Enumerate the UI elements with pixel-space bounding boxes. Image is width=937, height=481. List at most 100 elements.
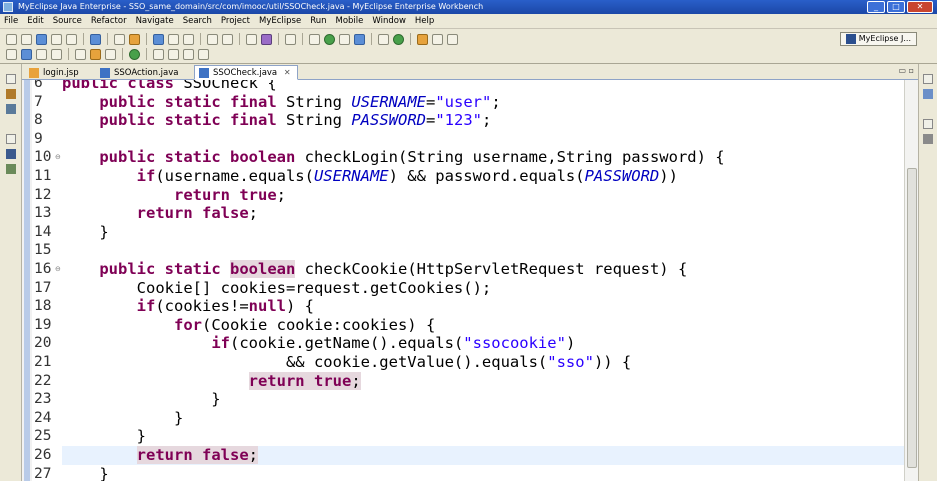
tab-close-icon[interactable]: ✕ — [284, 68, 291, 77]
menu-file[interactable]: File — [4, 16, 18, 26]
code-line[interactable]: 19 for(Cookie cookie:cookies) { — [34, 315, 904, 335]
debug-icon[interactable] — [309, 33, 320, 45]
browser-icon[interactable] — [183, 33, 194, 45]
code-editor[interactable]: 6 public class SSOCheck {7 public static … — [22, 80, 918, 481]
new-project-icon[interactable] — [90, 33, 101, 45]
code-line[interactable]: 7 public static final String USERNAME="u… — [34, 93, 904, 112]
last-edit-icon[interactable] — [168, 48, 179, 60]
hierarchy-icon[interactable] — [6, 104, 16, 114]
annotation-icon[interactable] — [90, 48, 101, 60]
code-line[interactable]: 23 } — [34, 390, 904, 409]
menu-mobile[interactable]: Mobile — [336, 16, 364, 26]
code-line[interactable]: 20 if(cookie.getName().equals("ssocookie… — [34, 334, 904, 353]
search-dropdown-icon[interactable] — [354, 33, 365, 45]
show-whitespace-icon[interactable] — [21, 48, 32, 60]
code-line[interactable]: 9 — [34, 130, 904, 149]
new-class-icon[interactable] — [378, 33, 389, 45]
code-line[interactable]: 13 return false; — [34, 204, 904, 223]
open-folder-icon[interactable] — [417, 33, 428, 45]
code-line[interactable]: 12 return true; — [34, 185, 904, 205]
vertical-scrollbar[interactable] — [904, 80, 918, 481]
menu-search[interactable]: Search — [183, 16, 212, 26]
restore-outline-icon[interactable] — [923, 74, 933, 84]
new-file-icon[interactable] — [6, 33, 17, 45]
code-line[interactable]: 25 } — [34, 427, 904, 446]
code-line[interactable]: 11 if(username.equals(USERNAME) && passw… — [34, 167, 904, 186]
copy-icon[interactable] — [222, 33, 233, 45]
scrollbar-thumb[interactable] — [907, 168, 917, 468]
new-package-icon[interactable] — [393, 33, 404, 45]
deploy-icon[interactable] — [153, 33, 164, 45]
ejb-icon[interactable] — [261, 33, 272, 45]
close-button[interactable]: ✕ — [907, 1, 933, 13]
console-view-icon[interactable] — [923, 134, 933, 144]
menu-run[interactable]: Run — [310, 16, 326, 26]
restore-view-icon[interactable] — [6, 74, 16, 84]
run-icon[interactable] — [324, 33, 335, 45]
servers-icon[interactable] — [6, 164, 16, 174]
save-all-icon[interactable] — [51, 33, 62, 45]
menu-edit[interactable]: Edit — [27, 16, 43, 26]
menu-navigate[interactable]: Navigate — [136, 16, 174, 26]
print-icon[interactable] — [66, 33, 77, 45]
server-icon[interactable] — [168, 33, 179, 45]
code-line[interactable]: 26 return false; — [34, 446, 904, 465]
code-line[interactable]: 17 Cookie[] cookies=request.getCookies()… — [34, 279, 904, 298]
new-dropdown-icon[interactable] — [21, 33, 32, 45]
pin-icon[interactable] — [51, 48, 62, 60]
save-icon[interactable] — [36, 33, 47, 45]
menu-help[interactable]: Help — [415, 16, 434, 26]
menu-project[interactable]: Project — [221, 16, 250, 26]
code-line[interactable]: 14 } — [34, 223, 904, 242]
menu-source[interactable]: Source — [53, 16, 82, 26]
code-line[interactable]: 8 public static final String PASSWORD="1… — [34, 111, 904, 130]
code-line[interactable]: 15 — [34, 241, 904, 260]
code-token: (Cookie cookie:cookies) { — [201, 315, 436, 334]
code-token: return — [173, 185, 230, 204]
code-token: (cookies!= — [155, 297, 249, 316]
menu-refactor[interactable]: Refactor — [91, 16, 127, 26]
task-icon[interactable] — [105, 48, 116, 60]
code-line[interactable]: 22 return true; — [34, 371, 904, 391]
minimize-button[interactable]: _ — [867, 1, 885, 13]
tab-ssoaction-java[interactable]: SSOAction.java — [95, 65, 183, 80]
block-select-icon[interactable] — [36, 48, 47, 60]
code-line[interactable]: 24 } — [34, 409, 904, 428]
outline-view-icon[interactable] — [923, 89, 933, 99]
marker-icon[interactable] — [447, 33, 458, 45]
prev-annotation-icon[interactable] — [153, 48, 164, 60]
code-area[interactable]: 6 public class SSOCheck {7 public static … — [34, 80, 904, 481]
breakpoint-icon[interactable] — [75, 48, 86, 60]
menu-window[interactable]: Window — [372, 16, 406, 26]
code-line[interactable]: 27 } — [34, 465, 904, 481]
tab-login-jsp[interactable]: login.jsp — [24, 65, 92, 80]
fold-toggle-icon[interactable]: ⊖ — [55, 265, 61, 273]
myeclipse-app-icon — [3, 2, 13, 12]
next-annotation-icon[interactable] — [129, 48, 140, 60]
forward-arrow-icon[interactable] — [198, 48, 209, 60]
toggle-mark-icon[interactable] — [6, 48, 17, 60]
outline-icon[interactable] — [6, 149, 16, 159]
tab-ssocheck-java[interactable]: SSOCheck.java ✕ — [194, 65, 298, 80]
open-type-icon[interactable] — [114, 33, 125, 45]
package-explorer-icon[interactable] — [6, 89, 16, 99]
restore-view-2-icon[interactable] — [6, 134, 16, 144]
code-line[interactable]: 18 if(cookies!=null) { — [34, 297, 904, 316]
menu-myeclipse[interactable]: MyEclipse — [259, 16, 301, 26]
maximize-button[interactable]: □ — [887, 1, 905, 13]
code-line[interactable]: 21 && cookie.getValue().equals("sso")) { — [34, 353, 904, 372]
perspective-switcher[interactable]: MyEclipse J... — [839, 32, 917, 46]
external-tools-icon[interactable] — [339, 33, 350, 45]
terminal-icon[interactable] — [285, 33, 296, 45]
code-line[interactable]: 10 ⊖ public static boolean checkLogin(Str… — [34, 148, 904, 167]
editor-minmax-icon[interactable]: ▭ ▫ — [898, 66, 914, 75]
code-line[interactable]: 6 public class SSOCheck { — [34, 80, 904, 93]
code-line[interactable]: 16 ⊖ public static boolean checkCookie(Ht… — [34, 260, 904, 279]
cut-icon[interactable] — [207, 33, 218, 45]
back-arrow-icon[interactable] — [183, 48, 194, 60]
tools-icon[interactable] — [246, 33, 257, 45]
fold-toggle-icon[interactable]: ⊖ — [55, 153, 61, 161]
restore-console-icon[interactable] — [923, 119, 933, 129]
pencil-icon[interactable] — [432, 33, 443, 45]
search-icon[interactable] — [129, 33, 140, 45]
